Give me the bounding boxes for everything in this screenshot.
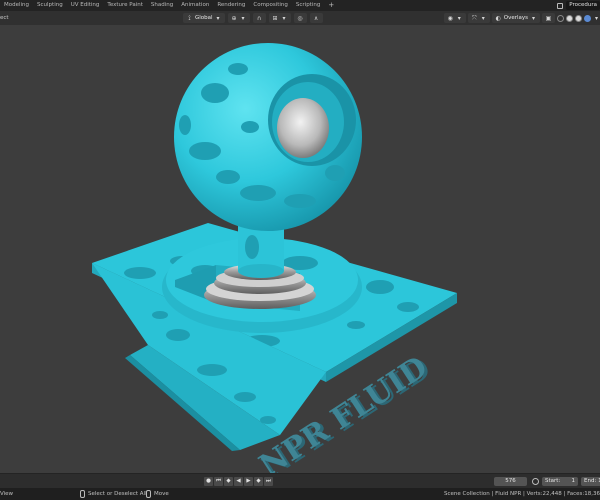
jump-start-icon[interactable]: ⏮ [214,477,223,486]
current-frame-field[interactable]: 576 [494,477,527,486]
overlays-label: Overlays [503,15,528,21]
snap-target-button[interactable]: ⊞ ▾ [268,13,291,23]
orientation-icon: ⟟ [188,14,191,22]
wireframe-shading-button[interactable] [557,14,564,22]
3d-viewport[interactable]: NPR FLUID NPR FLUID [0,25,600,473]
select-hint-label: Select or Deselect All [88,491,147,497]
status-view: View [0,491,14,497]
scene-icon [557,2,564,9]
tab-scripting[interactable]: Scripting [292,0,324,11]
tab-rendering[interactable]: Rendering [213,0,249,11]
viewport-render: NPR FLUID NPR FLUID [92,43,457,473]
falloff-button[interactable]: ∧ [309,13,323,23]
tab-shading[interactable]: Shading [147,0,177,11]
solid-shading-button[interactable] [566,14,573,22]
tab-animation[interactable]: Animation [177,0,213,11]
timeline-bar: ● ⏮ ◆ ◀ ▶ ◆ ⏭ 576 Start: 1 End: 1 [0,473,600,488]
start-frame-field[interactable]: Start: 1 [542,477,578,486]
pivot-icon: ⊕ [231,14,237,22]
chevron-down-icon: ▾ [457,14,461,22]
overlays-button[interactable]: ◐ Overlays ▾ [491,13,540,23]
viewport-header: ect ⟟ Global ▾ ⊕ ▾ ∩ ⊞ ▾ ◎ ∧ ◉ ▾ ⤧ ▾ ◐ O… [0,11,600,25]
sphere [174,43,362,231]
start-label: Start: [545,478,561,484]
falloff-icon: ∧ [313,14,319,22]
scene-stats: Scene Collection | Fluid NPR | Verts:22,… [444,491,600,497]
chevron-down-icon: ▾ [216,14,220,22]
proportional-icon: ◎ [297,14,303,22]
chevron-down-icon: ▾ [531,14,535,22]
end-label: End: [584,478,597,484]
play-icon[interactable]: ▶ [244,477,253,486]
viewport-display-controls: ◉ ▾ ⤧ ▾ ◐ Overlays ▾ ▣ ▾ [443,13,600,23]
chevron-down-icon: ▾ [282,14,286,22]
eye-icon: ◉ [447,14,453,22]
proportional-edit-toggle[interactable]: ◎ [293,13,307,23]
transform-tools: ⟟ Global ▾ ⊕ ▾ ∩ ⊞ ▾ ◎ ∧ [183,13,323,23]
xray-toggle[interactable]: ▣ [542,13,555,23]
tab-texture-paint[interactable]: Texture Paint [103,0,147,11]
chevron-down-icon: ▾ [241,14,245,22]
status-bar: View Select or Deselect All Move Scene C… [0,488,600,500]
playback-controls: ● ⏮ ◆ ◀ ▶ ◆ ⏭ [204,477,273,486]
select-menu[interactable]: ect [0,11,9,25]
status-move-hint: Move [146,488,169,500]
overlays-icon: ◐ [495,14,501,22]
mouse-left-icon [80,490,85,498]
start-value: 1 [571,478,576,484]
tab-uv-editing[interactable]: UV Editing [67,0,104,11]
next-keyframe-icon[interactable]: ◆ [254,477,263,486]
move-hint-label: Move [154,491,169,497]
play-reverse-icon[interactable]: ◀ [234,477,243,486]
add-workspace-button[interactable]: + [324,0,338,11]
scene-selector[interactable]: Procedura [557,0,600,11]
orientation-dropdown[interactable]: ⟟ Global ▾ [183,13,225,23]
clock-icon[interactable] [532,478,539,485]
jump-end-icon[interactable]: ⏭ [264,477,273,486]
xray-icon: ▣ [545,14,552,22]
material-preview-button[interactable] [575,14,582,22]
tab-modeling[interactable]: Modeling [0,0,33,11]
mouse-middle-icon [146,490,151,498]
scene-name-field[interactable]: Procedura [566,1,600,10]
chevron-down-icon: ▾ [481,14,485,22]
status-select-hint: Select or Deselect All [80,488,147,500]
gizmos-button[interactable]: ⤧ ▾ [467,13,490,23]
rendered-shading-button[interactable] [584,14,591,22]
gizmo-icon: ⤧ [471,14,477,22]
orientation-label: Global [195,15,213,21]
pivot-point-button[interactable]: ⊕ ▾ [227,13,250,23]
snap-target-icon: ⊞ [272,14,278,22]
workspace-tabs-bar: Modeling Sculpting UV Editing Texture Pa… [0,0,600,11]
end-frame-field[interactable]: End: 1 [581,477,600,486]
prev-keyframe-icon[interactable]: ◆ [224,477,233,486]
keyframe-dot-icon[interactable]: ● [204,477,213,486]
magnet-icon: ∩ [256,14,262,22]
tab-sculpting[interactable]: Sculpting [33,0,67,11]
snap-toggle[interactable]: ∩ [252,13,266,23]
tab-compositing[interactable]: Compositing [249,0,291,11]
visibility-button[interactable]: ◉ ▾ [443,13,466,23]
chevron-down-icon[interactable]: ▾ [593,15,600,22]
